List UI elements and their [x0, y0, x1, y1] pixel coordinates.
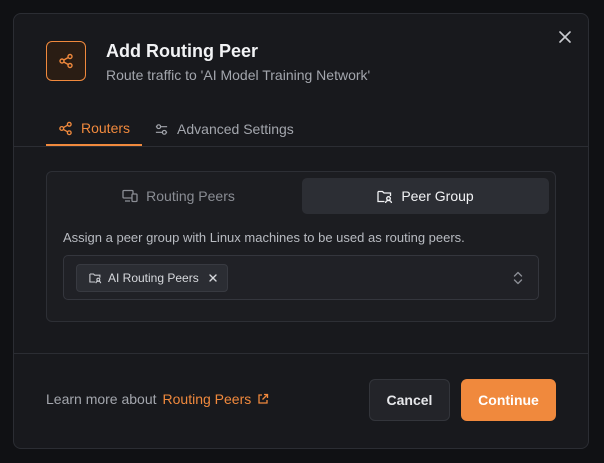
- folder-group-icon: [89, 273, 102, 284]
- close-icon: [559, 31, 571, 43]
- cancel-button[interactable]: Cancel: [369, 379, 450, 421]
- segment-routing-peers[interactable]: Routing Peers: [55, 178, 302, 214]
- routing-peers-docs-link[interactable]: Routing Peers: [163, 391, 270, 407]
- learn-more: Learn more about Routing Peers: [46, 391, 269, 407]
- continue-button[interactable]: Continue: [461, 379, 556, 421]
- selected-group-chip-label: AI Routing Peers: [108, 271, 199, 285]
- tab-bar: Routers Advanced Settings: [46, 112, 306, 146]
- learn-more-text: Learn more about: [46, 391, 157, 407]
- tab-divider: [14, 146, 588, 147]
- dialog-title: Add Routing Peer: [106, 41, 258, 61]
- selected-group-chip: AI Routing Peers: [76, 264, 228, 292]
- close-button[interactable]: [556, 28, 574, 46]
- share-nodes-icon: [59, 53, 73, 69]
- tab-routers-label: Routers: [81, 120, 131, 136]
- peer-type-toggle: Routing Peers Peer Group: [55, 178, 549, 214]
- segment-peer-group-label: Peer Group: [401, 188, 474, 204]
- remove-chip-button[interactable]: [209, 274, 217, 282]
- tab-advanced-settings[interactable]: Advanced Settings: [142, 112, 306, 146]
- segment-routing-peers-label: Routing Peers: [146, 188, 235, 204]
- chevron-up-down-icon: [513, 271, 523, 285]
- sliders-icon: [155, 123, 168, 135]
- header-icon-box: [46, 41, 86, 81]
- external-link-icon: [258, 393, 269, 404]
- tab-routers[interactable]: Routers: [46, 112, 143, 146]
- share-nodes-icon: [59, 121, 72, 135]
- routing-peers-docs-link-label: Routing Peers: [162, 391, 252, 407]
- folder-group-icon: [377, 190, 393, 203]
- close-icon: [209, 274, 217, 282]
- devices-icon: [122, 189, 138, 203]
- dialog-subtitle: Route traffic to 'AI Model Training Netw…: [106, 67, 371, 83]
- segment-peer-group[interactable]: Peer Group: [302, 178, 549, 214]
- tab-advanced-settings-label: Advanced Settings: [177, 121, 294, 137]
- footer-divider: [14, 353, 588, 354]
- routers-panel: Routing Peers Peer Group Assign a peer g…: [46, 171, 556, 322]
- peer-group-description: Assign a peer group with Linux machines …: [63, 230, 465, 245]
- peer-group-select[interactable]: AI Routing Peers: [63, 255, 539, 300]
- add-routing-peer-dialog: Add Routing Peer Route traffic to 'AI Mo…: [13, 13, 589, 449]
